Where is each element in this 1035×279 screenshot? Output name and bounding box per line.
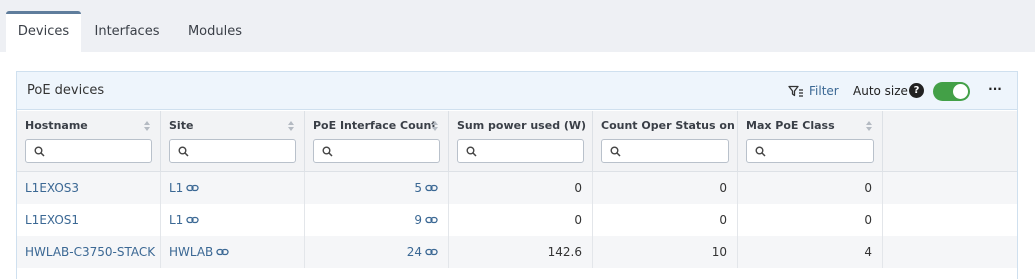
filter-button[interactable]: Filter [788, 83, 839, 99]
max-poe-class-cell: 0 [738, 204, 883, 236]
max-poe-class-filter-input[interactable] [746, 139, 874, 163]
column-label: Sum power used (W) [457, 119, 587, 132]
poe-interface-count-cell: 9 [305, 204, 449, 236]
poe-interface-count-link[interactable]: 9 [414, 213, 422, 227]
site-link[interactable]: L1 [169, 213, 183, 227]
table-row[interactable]: L1EXOS3 L1 5 0 0 0 [17, 172, 1017, 204]
panel-header: PoE devices Filter Auto size ? ··· [17, 72, 1017, 110]
search-icon [322, 146, 333, 157]
count-oper-status-on-filter-field[interactable] [626, 142, 724, 160]
column-header-count-oper-status-on: Count Oper Status on [593, 111, 738, 172]
count-oper-status-on-filter-input[interactable] [601, 139, 729, 163]
column-header-max-poe-class: Max PoE Class [738, 111, 883, 172]
sum-power-used-cell: 142.6 [449, 236, 593, 268]
column-header-poe-interface-count: PoE Interface Count [305, 111, 449, 172]
sort-icon[interactable] [143, 120, 151, 132]
site-cell: L1 [161, 172, 305, 204]
sort-icon[interactable] [287, 120, 295, 132]
filter-icon [788, 85, 803, 97]
column-header-sum-power-used: Sum power used (W) [449, 111, 593, 172]
hostname-cell: HWLAB-C3750-STACK [17, 236, 161, 268]
search-icon [178, 146, 189, 157]
link-icon[interactable] [186, 184, 199, 192]
site-cell: HWLAB [161, 236, 305, 268]
poe-devices-panel: PoE devices Filter Auto size ? ··· Hostn… [16, 71, 1018, 279]
count-oper-status-on-cell: 10 [593, 236, 738, 268]
hostname-link[interactable]: L1EXOS3 [25, 181, 79, 195]
hostname-filter-field[interactable] [50, 142, 147, 160]
table-row[interactable]: L1EXOS1 L1 9 0 0 0 [17, 204, 1017, 236]
site-link[interactable]: HWLAB [169, 245, 213, 259]
tab-bar: Devices Interfaces Modules [0, 0, 1035, 52]
max-poe-class-cell: 0 [738, 172, 883, 204]
count-oper-status-on-cell: 0 [593, 204, 738, 236]
column-label: Max PoE Class [746, 119, 835, 132]
sum-power-used-cell: 0 [449, 204, 593, 236]
hostname-filter-input[interactable] [25, 139, 152, 163]
link-icon[interactable] [186, 216, 199, 224]
sum-power-used-filter-field[interactable] [482, 142, 579, 160]
poe-interface-count-filter-input[interactable] [313, 139, 440, 163]
column-label: Count Oper Status on [601, 119, 735, 132]
poe-interface-count-link[interactable]: 5 [414, 181, 422, 195]
max-poe-class-filter-field[interactable] [771, 142, 869, 160]
search-icon [466, 146, 477, 157]
column-label: Site [169, 119, 194, 132]
tab-devices[interactable]: Devices [6, 11, 81, 52]
sort-icon[interactable] [431, 120, 439, 132]
hostname-link[interactable]: L1EXOS1 [25, 213, 79, 227]
tab-interfaces[interactable]: Interfaces [86, 11, 168, 52]
autosize-label: Auto size [853, 84, 908, 98]
poe-interface-count-cell: 24 [305, 236, 449, 268]
help-icon[interactable]: ? [909, 83, 924, 98]
table-row[interactable]: HWLAB-C3750-STACK HWLAB 24 142.6 10 4 [17, 236, 1017, 268]
sum-power-used-cell: 0 [449, 172, 593, 204]
tab-content: PoE devices Filter Auto size ? ··· Hostn… [0, 52, 1035, 279]
sum-power-used-filter-input[interactable] [457, 139, 584, 163]
poe-interface-count-link[interactable]: 24 [407, 245, 422, 259]
link-icon[interactable] [425, 248, 438, 256]
filter-label: Filter [809, 84, 839, 98]
hostname-cell: L1EXOS1 [17, 204, 161, 236]
link-icon[interactable] [425, 184, 438, 192]
table-header: Hostname Site PoE Interface Count Sum po… [17, 111, 1017, 172]
max-poe-class-cell: 4 [738, 236, 883, 268]
more-options-icon[interactable]: ··· [987, 82, 1003, 98]
autosize-toggle[interactable] [933, 82, 970, 101]
hostname-cell: L1EXOS3 [17, 172, 161, 204]
site-link[interactable]: L1 [169, 181, 183, 195]
search-icon [610, 146, 621, 157]
site-filter-field[interactable] [194, 142, 291, 160]
search-icon [34, 146, 45, 157]
column-header-site: Site [161, 111, 305, 172]
poe-interface-count-cell: 5 [305, 172, 449, 204]
site-filter-input[interactable] [169, 139, 296, 163]
column-label: Hostname [25, 119, 88, 132]
hostname-link[interactable]: HWLAB-C3750-STACK [25, 245, 155, 259]
column-header-hostname: Hostname [17, 111, 161, 172]
tab-modules[interactable]: Modules [176, 11, 254, 52]
poe-interface-count-filter-field[interactable] [338, 142, 435, 160]
toggle-knob [953, 84, 968, 99]
site-cell: L1 [161, 204, 305, 236]
count-oper-status-on-cell: 0 [593, 172, 738, 204]
panel-title: PoE devices [27, 83, 105, 98]
link-icon[interactable] [425, 216, 438, 224]
link-icon[interactable] [216, 248, 229, 256]
column-label: PoE Interface Count [313, 119, 437, 132]
sort-icon[interactable] [865, 120, 873, 132]
search-icon [755, 146, 766, 157]
